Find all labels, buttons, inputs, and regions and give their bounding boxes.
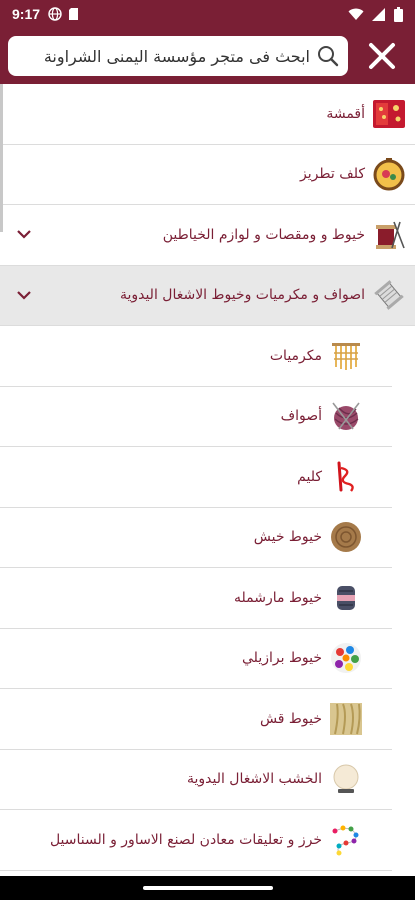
status-time: 9:17	[12, 6, 41, 22]
subcategory-label: الخشب الاشغال اليدوية	[186, 771, 322, 788]
subcategory-row-macrame[interactable]: مكرميات	[0, 326, 392, 387]
search-toolbar	[0, 28, 415, 84]
close-button[interactable]	[357, 31, 407, 81]
system-nav-bar	[0, 876, 415, 900]
home-gesture-handle[interactable]	[142, 886, 273, 890]
search-box[interactable]	[8, 36, 348, 76]
close-icon[interactable]	[367, 41, 397, 71]
subcategory-row-straw[interactable]: خيوط قش	[0, 689, 392, 750]
chevron-down-icon[interactable]	[14, 225, 34, 245]
subcategory-label: أصواف	[280, 408, 322, 425]
battery-icon	[394, 6, 403, 22]
subcategory-label: خيوط برازيلي	[242, 650, 322, 667]
sd-card-icon	[69, 8, 79, 20]
category-label: أقمشة	[326, 105, 365, 122]
category-label: خيوط و ومقصات و لوازم الخياطين	[162, 226, 365, 243]
fabric-icon	[371, 96, 407, 132]
subcategory-row-beads[interactable]: خرز و تعليقات معادن لصنع الاساور و السنا…	[0, 810, 392, 871]
search-icon[interactable]	[316, 44, 340, 68]
sewing-supplies-icon	[371, 217, 407, 253]
search-input[interactable]	[16, 46, 310, 66]
globe-icon	[48, 7, 62, 21]
brazilian-thread-icon	[328, 640, 364, 676]
category-list: أقمشة كلف تطريز خيوط و ومقصات و لوازم ال…	[0, 84, 415, 876]
yarn-ball-icon	[328, 398, 364, 434]
subcategory-label: خيوط خيش	[253, 529, 322, 546]
straw-thread-icon	[328, 701, 364, 737]
jute-twine-icon	[328, 519, 364, 555]
category-row-sewing[interactable]: خيوط و ومقصات و لوازم الخياطين	[0, 205, 415, 266]
category-row-fabrics[interactable]: أقمشة	[0, 84, 415, 145]
subcategory-row-kilim[interactable]: كليم	[0, 447, 392, 508]
signal-icon	[372, 7, 385, 21]
subcategory-row-wood[interactable]: الخشب الاشغال اليدوية	[0, 750, 392, 810]
macrame-icon	[328, 338, 364, 374]
wifi-icon	[348, 8, 364, 20]
subcategory-row-wool[interactable]: أصواف	[0, 387, 392, 447]
scrollbar[interactable]	[0, 84, 3, 232]
subcategory-label: مكرميات	[269, 347, 322, 364]
subcategory-row-brazilian[interactable]: خيوط برازيلي	[0, 629, 392, 689]
subcategory-row-jute[interactable]: خيوط خيش	[0, 508, 392, 568]
beads-icon	[328, 822, 364, 858]
category-row-embroidery[interactable]: كلف تطريز	[0, 145, 415, 205]
subcategory-label: كليم	[297, 468, 322, 485]
embroidery-hoop-icon	[371, 156, 407, 192]
kilim-needle-icon	[328, 459, 364, 495]
subcategory-label: خيوط مارشمله	[234, 589, 322, 606]
category-label: كلف تطريز	[300, 166, 365, 183]
subcategory-row-marshmallow[interactable]: خيوط مارشمله	[0, 568, 392, 629]
category-row-yarn-handicrafts[interactable]: اصواف و مكرميات وخيوط الاشغال اليدوية	[0, 265, 415, 326]
chevron-down-icon[interactable]	[14, 285, 34, 305]
subcategory-label: خرز و تعليقات معادن لصنع الاساور و السنا…	[49, 831, 322, 848]
status-bar: 9:17	[0, 0, 415, 28]
subcategory-label: خيوط قش	[259, 710, 322, 727]
category-label: اصواف و مكرميات وخيوط الاشغال اليدوية	[119, 287, 365, 304]
thread-spool-icon	[371, 277, 407, 313]
marshmallow-yarn-icon	[328, 580, 364, 616]
wood-craft-icon	[328, 761, 364, 797]
